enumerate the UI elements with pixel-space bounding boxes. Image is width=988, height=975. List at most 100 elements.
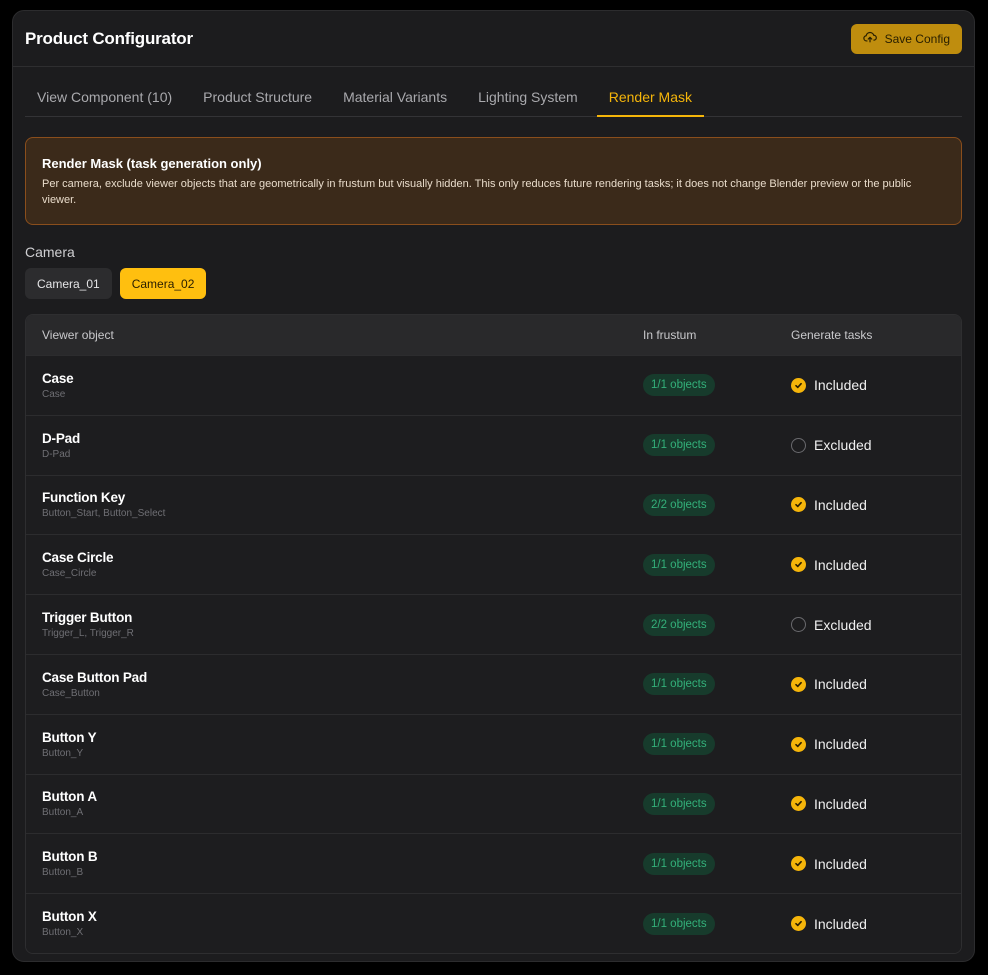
header: Product Configurator Save Config: [13, 11, 974, 67]
object-name: Trigger Button: [42, 610, 133, 626]
object-mesh-names: Button_X: [42, 927, 84, 939]
object-mesh-names: Button_B: [42, 867, 84, 879]
generate-cell: Included: [791, 736, 961, 752]
table-header: Viewer object In frustum Generate tasks: [26, 315, 961, 355]
empty-circle-icon: [791, 437, 806, 453]
tab-bar: View Component (10) Product Structure Ma…: [25, 67, 962, 117]
frustum-badge: 1/1 objects: [643, 912, 715, 935]
generate-status: Included: [814, 795, 867, 812]
camera-selector: Camera_01 Camera_02: [25, 268, 962, 299]
frustum-badge: 1/1 objects: [643, 374, 715, 397]
generate-toggle[interactable]: Excluded: [791, 617, 961, 633]
tab-render-mask[interactable]: Render Mask: [596, 89, 705, 117]
generate-toggle[interactable]: Included: [791, 856, 961, 872]
frustum-badge: 1/1 objects: [643, 673, 715, 696]
frustum-cell: 2/2 objects: [643, 613, 791, 636]
generate-toggle[interactable]: Included: [791, 557, 961, 573]
camera-option-01[interactable]: Camera_01: [25, 268, 112, 299]
check-icon: [791, 676, 806, 692]
object-name: Button X: [42, 909, 97, 925]
check-icon: [791, 916, 806, 932]
frustum-badge: 1/1 objects: [643, 434, 715, 457]
table-row: D-Pad D-Pad 1/1 objects Excluded: [26, 414, 961, 475]
object-cell: Button A Button_A: [26, 789, 643, 818]
object-name: D-Pad: [42, 430, 81, 446]
object-cell: Trigger Button Trigger_L, Trigger_R: [26, 610, 643, 639]
empty-circle-icon: [791, 617, 806, 633]
object-mesh-names: Trigger_L, Trigger_R: [42, 628, 134, 640]
generate-status: Included: [814, 736, 867, 753]
object-cell: Function Key Button_Start, Button_Select: [26, 490, 643, 519]
generate-toggle[interactable]: Included: [791, 736, 961, 752]
product-configurator-panel: Product Configurator Save Config View Co…: [12, 10, 975, 962]
generate-cell: Included: [791, 796, 961, 812]
frustum-cell: 1/1 objects: [643, 673, 791, 696]
object-cell: Button Y Button_Y: [26, 730, 643, 759]
table-row: Button B Button_B 1/1 objects Included: [26, 833, 961, 894]
frustum-badge: 2/2 objects: [643, 493, 715, 516]
check-icon: [791, 377, 806, 393]
save-config-button[interactable]: Save Config: [850, 23, 962, 54]
object-cell: D-Pad D-Pad: [26, 431, 643, 460]
generate-cell: Excluded: [791, 617, 961, 633]
generate-status: Excluded: [814, 437, 872, 454]
generate-status: Included: [814, 855, 867, 872]
page-title: Product Configurator: [25, 28, 193, 48]
object-name: Case Button Pad: [42, 669, 148, 685]
frustum-cell: 1/1 objects: [643, 733, 791, 756]
table-body: Case Case 1/1 objects Included D-Pad D-P…: [26, 355, 961, 953]
frustum-cell: 1/1 objects: [643, 792, 791, 815]
object-cell: Button X Button_X: [26, 909, 643, 938]
frustum-badge: 1/1 objects: [643, 852, 715, 875]
object-mesh-names: Button_A: [42, 807, 84, 819]
object-name: Button A: [42, 789, 97, 805]
generate-cell: Included: [791, 497, 961, 513]
frustum-badge: 1/1 objects: [643, 733, 715, 756]
generate-cell: Included: [791, 377, 961, 393]
generate-cell: Included: [791, 856, 961, 872]
generate-cell: Excluded: [791, 437, 961, 453]
generate-cell: Included: [791, 916, 961, 932]
camera-label: Camera: [25, 244, 75, 260]
table-row: Trigger Button Trigger_L, Trigger_R 2/2 …: [26, 594, 961, 654]
save-config-label: Save Config: [884, 31, 950, 46]
object-mesh-names: Case_Circle: [42, 568, 97, 580]
generate-toggle[interactable]: Excluded: [791, 437, 961, 453]
table-row: Case Button Pad Case_Button 1/1 objects …: [26, 653, 961, 714]
tab-product-structure[interactable]: Product Structure: [191, 89, 324, 116]
generate-toggle[interactable]: Included: [791, 916, 961, 932]
object-name: Button B: [42, 849, 98, 865]
notice-title: Render Mask (task generation only): [42, 156, 262, 171]
tab-view-component[interactable]: View Component (10): [25, 89, 184, 116]
header-generate-tasks: Generate tasks: [791, 328, 873, 342]
generate-status: Included: [814, 676, 867, 693]
object-mesh-names: Button_Start, Button_Select: [42, 508, 166, 520]
object-name: Case Circle: [42, 550, 114, 566]
object-mesh-names: Button_Y: [42, 747, 84, 759]
object-name: Function Key: [42, 490, 126, 506]
check-icon: [791, 736, 806, 752]
camera-option-02[interactable]: Camera_02: [119, 268, 207, 299]
generate-cell: Included: [791, 676, 961, 692]
generate-toggle[interactable]: Included: [791, 377, 961, 393]
generate-toggle[interactable]: Included: [791, 497, 961, 513]
generate-toggle[interactable]: Included: [791, 796, 961, 812]
frustum-badge: 1/1 objects: [643, 792, 715, 815]
header-viewer-object: Viewer object: [42, 328, 114, 342]
object-cell: Case Button Pad Case_Button: [26, 670, 643, 699]
frustum-badge: 1/1 objects: [643, 553, 715, 576]
generate-status: Included: [814, 496, 867, 513]
table-row: Button X Button_X 1/1 objects Included: [26, 893, 961, 953]
generate-cell: Included: [791, 557, 961, 573]
generate-toggle[interactable]: Included: [791, 676, 961, 692]
tab-material-variants[interactable]: Material Variants: [331, 89, 459, 116]
table-row: Case Case 1/1 objects Included: [26, 355, 961, 415]
tab-lighting-system[interactable]: Lighting System: [466, 89, 590, 116]
header-in-frustum: In frustum: [643, 328, 697, 342]
generate-status: Excluded: [814, 616, 872, 633]
frustum-cell: 2/2 objects: [643, 493, 791, 516]
table-row: Button Y Button_Y 1/1 objects Included: [26, 713, 961, 774]
frustum-cell: 1/1 objects: [643, 374, 791, 397]
frustum-cell: 1/1 objects: [643, 553, 791, 576]
notice-text: Per camera, exclude viewer objects that …: [42, 178, 912, 206]
